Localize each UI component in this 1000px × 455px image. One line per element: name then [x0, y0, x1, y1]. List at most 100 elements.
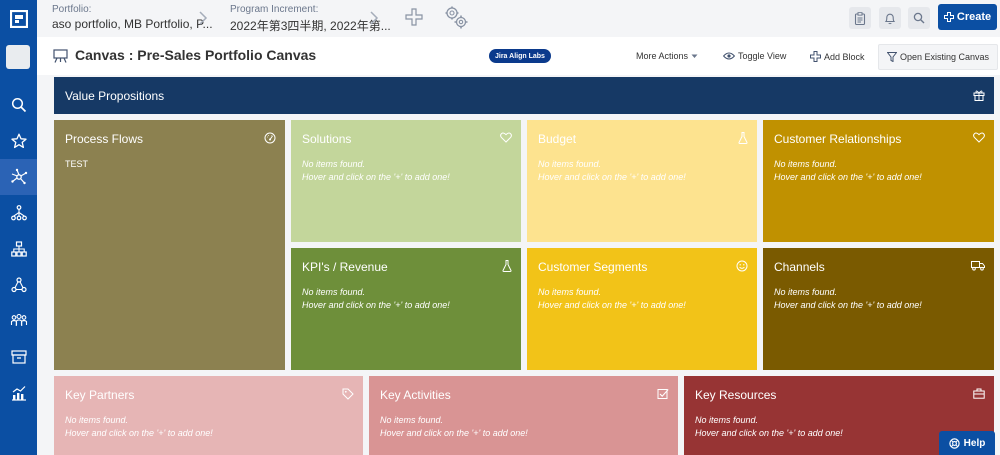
empty-state: No items found. Hover and click on the '…	[774, 158, 983, 184]
block-process-flows[interactable]: Process Flows TEST	[54, 120, 285, 370]
block-key-activities[interactable]: Key Activities No items found. Hover and…	[369, 376, 678, 455]
sidebar	[0, 37, 37, 455]
empty-line-2: Hover and click on the '+' to add one!	[774, 172, 922, 182]
sidebar-item-portfolio-room[interactable]	[0, 159, 37, 195]
sidebar-item-hierarchy[interactable]	[0, 195, 37, 231]
eye-icon	[723, 52, 735, 60]
portfolio-label: Portfolio:	[52, 4, 92, 15]
jira-align-labs-badge[interactable]: Jira Align Labs	[489, 49, 551, 63]
jira-align-logo-icon	[9, 9, 28, 28]
notifications-button[interactable]	[879, 7, 901, 29]
clipboard-button[interactable]	[849, 7, 871, 29]
app-logo[interactable]	[0, 0, 37, 37]
block-title: Solutions	[302, 132, 352, 146]
sidebar-item-teams[interactable]	[0, 267, 37, 303]
empty-line-1: No items found.	[538, 159, 602, 169]
chevron-right-icon	[370, 11, 379, 25]
gears-icon[interactable]	[443, 4, 469, 30]
archive-box-icon	[10, 350, 27, 364]
sidebar-item-reports[interactable]	[0, 375, 37, 411]
toggle-view-button[interactable]: Toggle View	[723, 51, 786, 61]
create-label: Create	[956, 11, 992, 23]
plus-outline-icon[interactable]	[405, 8, 423, 26]
block-title: Customer Segments	[538, 260, 648, 274]
block-title: Channels	[774, 260, 825, 274]
sidebar-item-org-structure[interactable]	[0, 231, 37, 267]
empty-state: No items found. Hover and click on the '…	[302, 158, 510, 184]
top-bar: Portfolio: aso portfolio, MB Portfolio, …	[0, 0, 1000, 37]
block-budget[interactable]: Budget No items found. Hover and click o…	[527, 120, 757, 242]
empty-state: No items found. Hover and click on the '…	[380, 414, 667, 440]
gauge-icon	[264, 132, 276, 144]
plus-outline-icon	[810, 51, 821, 62]
network-icon	[10, 168, 27, 185]
add-block-label: Add Block	[824, 51, 865, 62]
block-value-propositions[interactable]: Value Propositions	[54, 77, 994, 114]
empty-state: No items found. Hover and click on the '…	[302, 286, 510, 312]
flask-icon	[738, 132, 748, 144]
pi-value: 2022年第3四半期, 2022年第...	[230, 19, 391, 33]
bar-chart-icon	[11, 386, 26, 401]
search-icon	[11, 97, 26, 113]
block-title: Key Partners	[65, 388, 135, 402]
gift-icon	[973, 90, 985, 101]
empty-state: No items found. Hover and click on the '…	[538, 158, 746, 184]
empty-line-2: Hover and click on the '+' to add one!	[65, 428, 213, 438]
empty-line-1: No items found.	[380, 415, 444, 425]
block-title: Key Resources	[695, 388, 777, 402]
sidebar-item-search[interactable]	[0, 87, 37, 123]
sidebar-item-backlog[interactable]	[0, 339, 37, 375]
block-solutions[interactable]: Solutions No items found. Hover and clic…	[291, 120, 521, 242]
portfolio-value: aso portfolio, MB Portfolio, P...	[52, 17, 213, 31]
help-button[interactable]: Help	[939, 431, 995, 455]
chevron-right-icon	[199, 11, 208, 25]
program-increment-selector[interactable]: Program Increment: 2022年第3四半期, 2022年第...	[230, 4, 391, 34]
block-customer-relationships[interactable]: Customer Relationships No items found. H…	[763, 120, 994, 242]
block-key-partners[interactable]: Key Partners No items found. Hover and c…	[54, 376, 363, 455]
hierarchy-icon	[10, 205, 27, 221]
bell-icon	[884, 13, 896, 24]
empty-line-2: Hover and click on the '+' to add one!	[302, 172, 450, 182]
empty-line-2: Hover and click on the '+' to add one!	[774, 300, 922, 310]
star-icon	[10, 133, 27, 149]
open-existing-canvas-button[interactable]: Open Existing Canvas	[878, 44, 998, 70]
flask-icon	[502, 260, 512, 272]
help-label: Help	[963, 437, 986, 449]
filter-icon	[886, 52, 897, 62]
sidebar-item-people[interactable]	[0, 303, 37, 339]
empty-line-1: No items found.	[65, 415, 129, 425]
tag-icon	[342, 388, 354, 400]
empty-line-1: No items found.	[774, 287, 838, 297]
sidebar-item-favorites[interactable]	[0, 123, 37, 159]
clipboard-icon	[854, 11, 866, 25]
checkbox-icon	[657, 389, 669, 399]
search-button[interactable]	[908, 7, 930, 29]
canvas-header: Canvas : Pre-Sales Portfolio Canvas Jira…	[37, 37, 1000, 75]
empty-line-1: No items found.	[302, 287, 366, 297]
lifebuoy-icon	[948, 437, 960, 449]
block-customer-segments[interactable]: Customer Segments No items found. Hover …	[527, 248, 757, 370]
empty-line-1: No items found.	[774, 159, 838, 169]
empty-state: No items found. Hover and click on the '…	[65, 414, 352, 440]
empty-line-1: No items found.	[538, 287, 602, 297]
empty-line-2: Hover and click on the '+' to add one!	[538, 172, 686, 182]
easel-icon	[53, 49, 68, 63]
avatar[interactable]	[6, 45, 30, 69]
portfolio-selector[interactable]: Portfolio: aso portfolio, MB Portfolio, …	[52, 4, 213, 31]
people-group-icon	[10, 313, 27, 326]
block-title: KPI's / Revenue	[302, 260, 388, 274]
empty-line-2: Hover and click on the '+' to add one!	[538, 300, 686, 310]
empty-line-2: Hover and click on the '+' to add one!	[380, 428, 528, 438]
heart-icon	[973, 132, 985, 143]
create-button[interactable]: Create	[938, 4, 997, 30]
list-item[interactable]: TEST	[65, 158, 274, 171]
smiley-icon	[736, 260, 748, 272]
block-title: Budget	[538, 132, 577, 146]
empty-line-1: No items found.	[695, 415, 759, 425]
block-channels[interactable]: Channels No items found. Hover and click…	[763, 248, 994, 370]
block-kpis-revenue[interactable]: KPI's / Revenue No items found. Hover an…	[291, 248, 521, 370]
more-actions-dropdown[interactable]: More Actions	[636, 51, 698, 61]
add-block-button[interactable]: Add Block	[810, 51, 865, 62]
page-title: Canvas : Pre-Sales Portfolio Canvas	[75, 47, 317, 63]
heart-icon	[500, 132, 512, 143]
